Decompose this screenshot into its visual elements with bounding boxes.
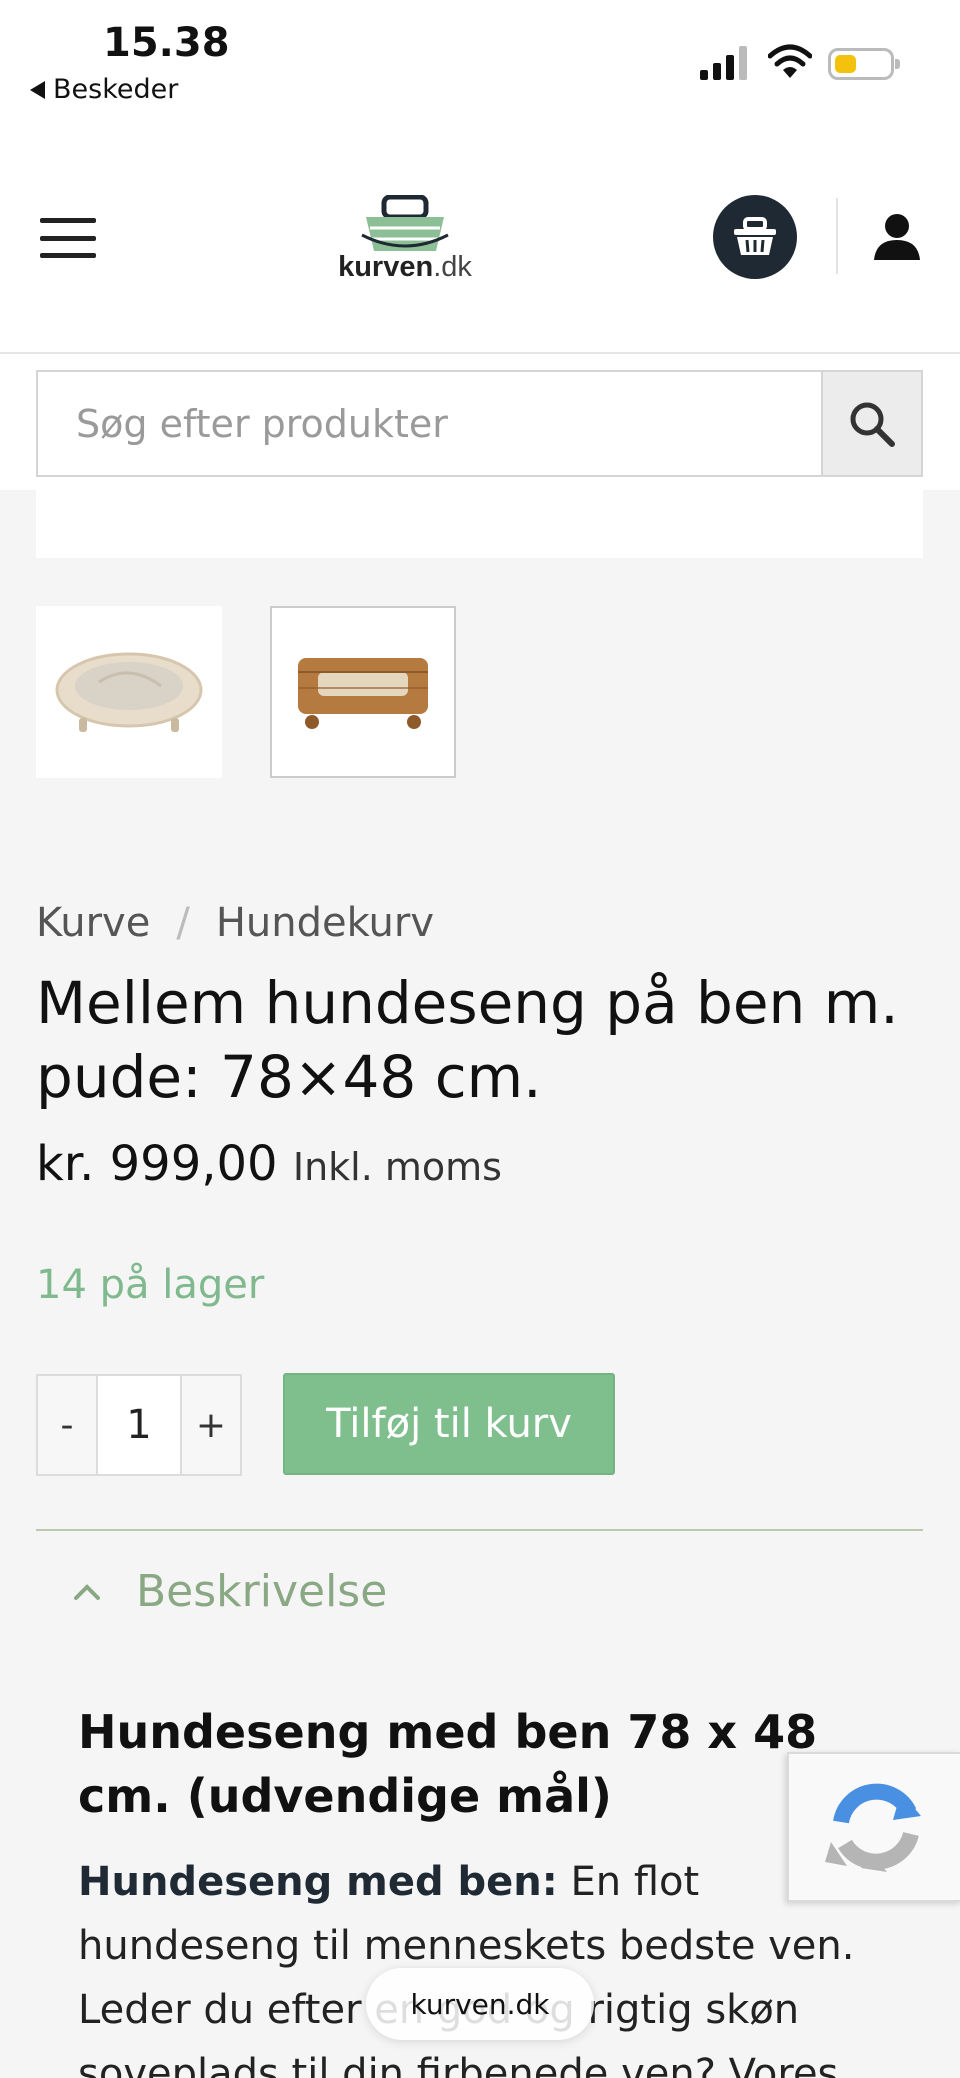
wicker-bed-white-image xyxy=(55,652,203,732)
breadcrumb: Kurve / Hundekurv xyxy=(36,900,434,946)
back-arrow-icon xyxy=(30,80,45,99)
chevron-up-icon xyxy=(74,1583,100,1600)
divider xyxy=(36,1529,923,1531)
search-form xyxy=(36,370,923,477)
basket-icon xyxy=(734,217,776,255)
add-to-cart-button[interactable]: Tilføj til kurv xyxy=(283,1373,615,1475)
signal-icon xyxy=(700,46,747,80)
menu-icon[interactable] xyxy=(40,218,96,258)
cart-button[interactable] xyxy=(713,195,797,279)
quantity-stepper: - 1 + xyxy=(36,1374,242,1476)
quantity-input[interactable]: 1 xyxy=(96,1376,182,1474)
wicker-bed-brown-image xyxy=(298,658,428,729)
browser-url-bar[interactable]: kurven.dk xyxy=(366,1968,594,2040)
wifi-icon xyxy=(768,44,812,78)
description-text: Hundeseng med ben: En flot hundeseng til… xyxy=(78,1850,898,2078)
back-to-messages-link[interactable]: Beskeder xyxy=(30,74,178,105)
product-thumbnail-1[interactable] xyxy=(36,606,222,778)
breadcrumb-separator: / xyxy=(176,900,190,946)
product-price: kr. 999,00 Inkl. moms xyxy=(36,1136,502,1192)
product-image-area xyxy=(36,490,923,558)
product-thumbnail-2[interactable] xyxy=(270,606,456,778)
product-title: Mellem hundeseng på ben m. pude: 78×48 c… xyxy=(36,969,899,1111)
basket-logo-icon xyxy=(361,195,449,251)
site-logo[interactable]: kurven.dk xyxy=(330,195,480,295)
status-time: 15.38 xyxy=(103,20,230,66)
quantity-decrease-button[interactable]: - xyxy=(38,1376,96,1474)
battery-icon xyxy=(828,48,900,80)
header-divider xyxy=(836,198,838,274)
tab-description-label: Beskrivelse xyxy=(136,1566,388,1617)
price-amount: kr. 999,00 xyxy=(36,1136,278,1192)
account-icon[interactable] xyxy=(872,212,922,260)
status-bar: 15.38 Beskeder xyxy=(0,0,960,140)
search-icon xyxy=(850,402,895,447)
back-label: Beskeder xyxy=(53,74,179,105)
breadcrumb-item-hundekurv[interactable]: Hundekurv xyxy=(216,900,434,946)
stock-status: 14 på lager xyxy=(36,1262,265,1308)
recaptcha-badge[interactable] xyxy=(787,1752,960,1902)
site-header: kurven.dk xyxy=(0,140,960,354)
description-lead: Hundeseng med ben: xyxy=(78,1859,558,1905)
quantity-increase-button[interactable]: + xyxy=(182,1376,240,1474)
logo-text: kurven.dk xyxy=(338,251,472,283)
recaptcha-icon xyxy=(824,1783,921,1872)
breadcrumb-item-kurve[interactable]: Kurve xyxy=(36,900,150,946)
search-button[interactable] xyxy=(821,372,921,475)
search-input[interactable] xyxy=(38,372,821,475)
tab-description[interactable]: Beskrivelse xyxy=(72,1566,387,1617)
description-heading: Hundeseng med ben 78 x 48 cm. (udvendige… xyxy=(78,1705,818,1823)
tax-note: Inkl. moms xyxy=(292,1145,502,1189)
